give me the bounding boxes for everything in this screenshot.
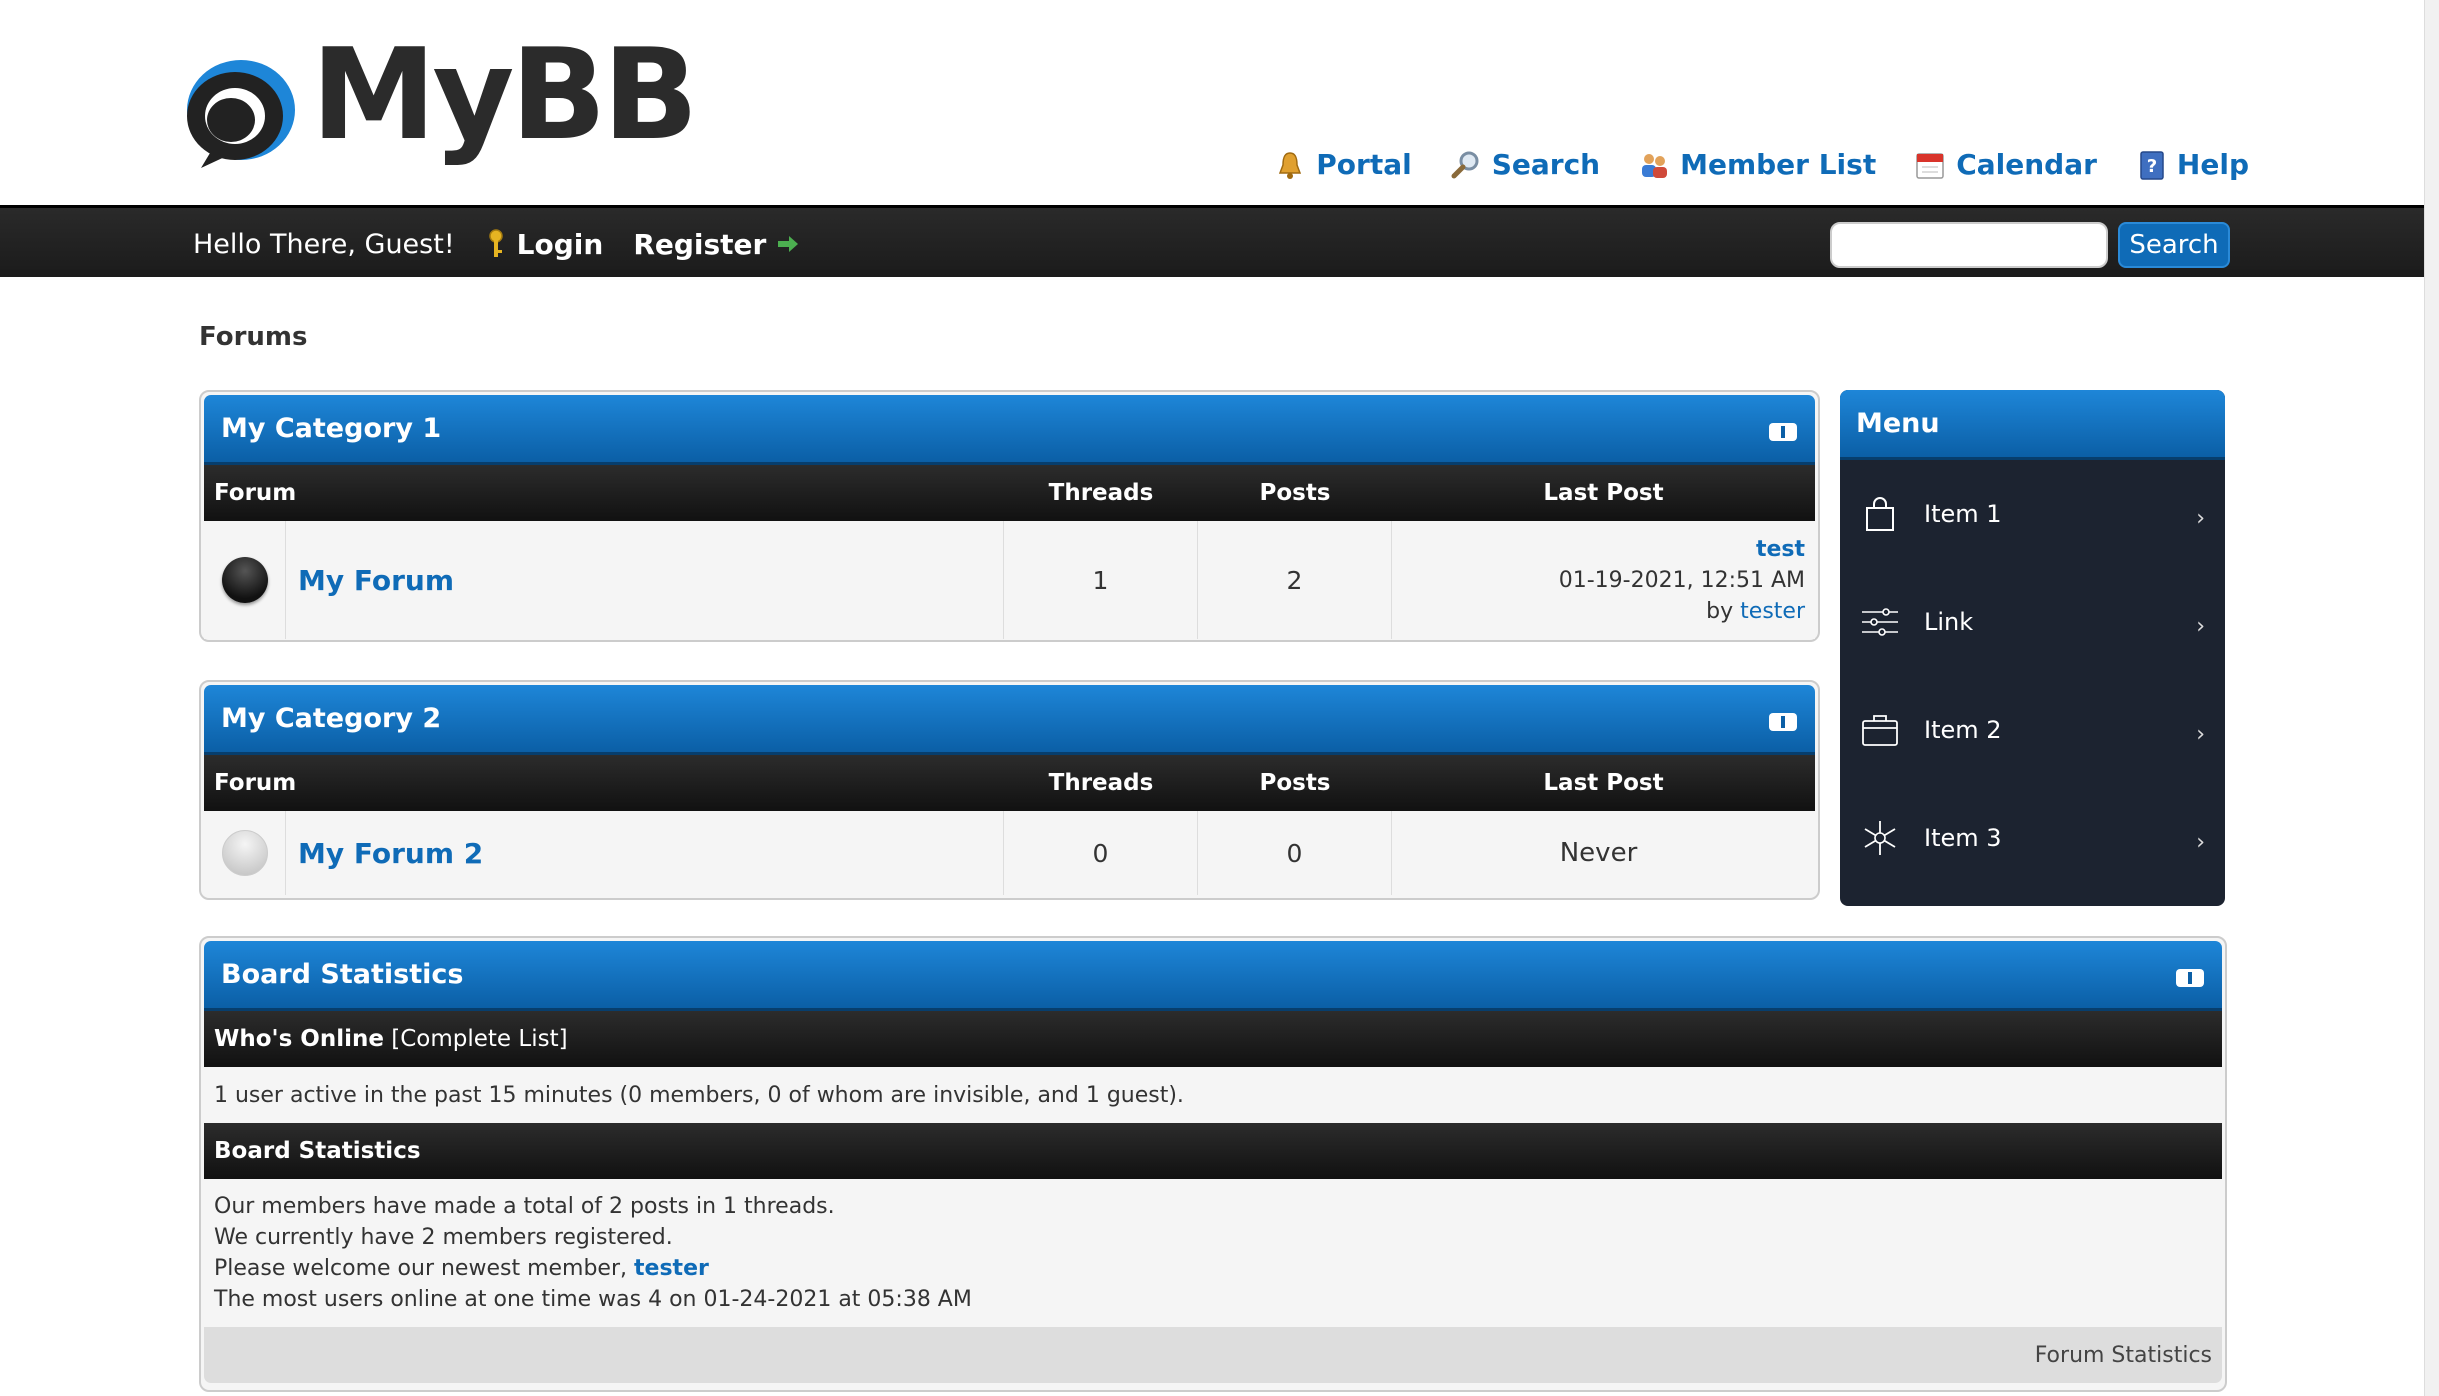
stats-header: Board Statistics: [204, 941, 2222, 1011]
col-posts: Posts: [1259, 480, 1331, 506]
menu-item-2[interactable]: Item 2 ›: [1840, 676, 2225, 784]
logo-text: MyBB: [311, 21, 699, 168]
calendar-icon: [1916, 152, 1944, 179]
shopping-bag-icon: [1866, 497, 1894, 531]
top-links: Portal Search Member List Calendar ? Hel…: [1274, 148, 2249, 181]
category-table: My Category 2 Forum Threads Posts Last P…: [199, 680, 1820, 900]
forum-row: My Forum 2 0 0 Never: [204, 811, 1815, 895]
board-statistics: Board Statistics Who's Online [Complete …: [199, 936, 2227, 1392]
last-post-title-link[interactable]: test: [1756, 534, 1805, 565]
forum-link[interactable]: My Forum 2: [298, 837, 483, 870]
category-title[interactable]: My Category 2: [221, 703, 441, 734]
arrow-right-icon: [778, 236, 799, 252]
forum-on-icon: [221, 557, 268, 603]
members-icon: [1642, 153, 1668, 178]
menu-item-link[interactable]: Link ›: [1840, 568, 2225, 676]
menu-title: Menu: [1840, 390, 2225, 460]
col-last-post: Last Post: [1543, 770, 1664, 796]
search-button[interactable]: Search: [2118, 222, 2230, 268]
stats-members: We currently have 2 members registered.: [214, 1225, 673, 1250]
login-link[interactable]: Login: [485, 228, 603, 261]
forum-status: [204, 521, 286, 639]
last-post: test 01-19-2021, 12:51 AM by tester: [1392, 521, 1815, 639]
forum-statistics-link[interactable]: Forum Statistics: [2035, 1343, 2212, 1368]
toplink-calendar[interactable]: Calendar: [1914, 148, 2097, 181]
col-forum: Forum: [214, 770, 297, 796]
last-post: Never: [1392, 811, 1815, 895]
whos-online-header: Who's Online [Complete List]: [204, 1011, 2222, 1067]
newest-member-link[interactable]: tester: [634, 1256, 709, 1281]
svg-text:?: ?: [2147, 156, 2157, 177]
online-users-text: 1 user active in the past 15 minutes (0 …: [204, 1067, 2222, 1123]
thread-count: 1: [1004, 521, 1198, 639]
col-posts: Posts: [1259, 770, 1331, 796]
side-menu: Menu Item 1 › Link › Item 2 › Item 3 ›: [1840, 390, 2225, 906]
last-post-by: by tester: [1706, 598, 1805, 624]
menu-item-3[interactable]: Item 3 ›: [1840, 784, 2225, 892]
column-headers: Forum Threads Posts Last Post: [204, 755, 1815, 811]
forum-off-icon: [221, 830, 268, 876]
sliders-icon: [1862, 608, 1898, 636]
collapse-toggle-icon[interactable]: [2176, 969, 2204, 987]
col-threads: Threads: [1048, 480, 1154, 506]
stats-most-online: The most users online at one time was 4 …: [214, 1287, 972, 1312]
category-header: My Category 1: [204, 395, 1815, 465]
collapse-toggle-icon[interactable]: [1769, 423, 1797, 441]
key-icon: [488, 229, 503, 257]
stats-footer: Forum Statistics: [204, 1327, 2222, 1383]
complete-list-link[interactable]: [Complete List]: [391, 1026, 567, 1052]
chevron-right-icon: ›: [2196, 506, 2205, 531]
forum-link[interactable]: My Forum: [298, 564, 454, 597]
mybb-logo[interactable]: MyBB: [183, 30, 699, 180]
category-title[interactable]: My Category 1: [221, 413, 441, 444]
toplink-help[interactable]: ? Help: [2135, 148, 2249, 181]
chevron-right-icon: ›: [2196, 614, 2205, 639]
page-title: Forums: [199, 322, 308, 352]
help-book-icon: ?: [2140, 150, 2164, 180]
toplink-search[interactable]: Search: [1450, 148, 1600, 181]
toplink-portal[interactable]: Portal: [1274, 148, 1412, 181]
category-table: My Category 1 Forum Threads Posts Last P…: [199, 390, 1820, 642]
post-count: 2: [1198, 521, 1392, 639]
chevron-right-icon: ›: [2196, 830, 2205, 855]
col-threads: Threads: [1048, 770, 1154, 796]
forum-status: [204, 811, 286, 895]
col-forum: Forum: [214, 480, 297, 506]
briefcase-icon: [1862, 715, 1898, 746]
magnifier-icon: [1451, 151, 1479, 178]
board-stats-subheader: Board Statistics: [204, 1123, 2222, 1179]
stats-newest-member: Please welcome our newest member, tester: [214, 1256, 709, 1281]
search-input[interactable]: [1830, 222, 2108, 268]
welcome-block: Hello There, Guest! Login Register: [193, 208, 800, 280]
forum-row: My Forum 1 2 test 01-19-2021, 12:51 AM b…: [204, 521, 1815, 639]
collapse-toggle-icon[interactable]: [1769, 713, 1797, 731]
column-headers: Forum Threads Posts Last Post: [204, 465, 1815, 521]
post-count: 0: [1198, 811, 1392, 895]
col-last-post: Last Post: [1543, 480, 1664, 506]
toplink-member-list[interactable]: Member List: [1638, 148, 1876, 181]
stats-total-posts: Our members have made a total of 2 posts…: [214, 1194, 835, 1219]
menu-item-1[interactable]: Item 1 ›: [1840, 460, 2225, 568]
chevron-right-icon: ›: [2196, 722, 2205, 747]
last-post-never: Never: [1559, 837, 1638, 868]
guest-greeting: Hello There, Guest!: [193, 228, 455, 260]
register-link[interactable]: Register: [633, 228, 800, 261]
bell-icon: [1279, 151, 1302, 179]
thread-count: 0: [1004, 811, 1198, 895]
stats-title: Board Statistics: [221, 959, 464, 990]
last-post-date: 01-19-2021, 12:51 AM: [1558, 567, 1805, 593]
user-navbar: Hello There, Guest! Login Register Searc…: [0, 205, 2424, 277]
asterisk-icon: [1864, 821, 1896, 855]
page-scrollbar[interactable]: [2424, 0, 2439, 1396]
last-post-author-link[interactable]: tester: [1740, 599, 1805, 624]
stats-lines: Our members have made a total of 2 posts…: [204, 1179, 2222, 1327]
category-header: My Category 2: [204, 685, 1815, 755]
